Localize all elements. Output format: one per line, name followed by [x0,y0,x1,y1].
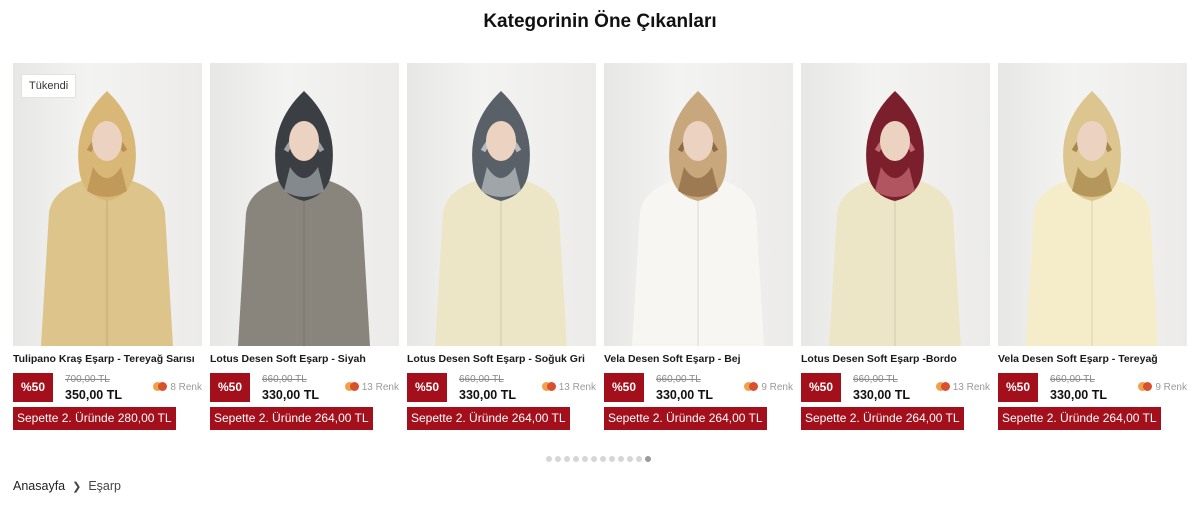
color-swatch-icon [344,382,359,391]
section-title: Kategorinin Öne Çıkanları [483,11,717,32]
product-name[interactable]: Vela Desen Soft Eşarp - Tereyağ [998,353,1187,365]
color-options[interactable]: 13 Renk [344,382,399,393]
model-illustration [829,91,961,346]
discount-badge: %50 [13,373,53,402]
discount-badge: %50 [604,373,644,402]
carousel-dot[interactable] [600,456,606,462]
current-price: 330,00 TL [853,388,910,402]
carousel-dot[interactable] [555,456,561,462]
carousel-dot[interactable] [636,456,642,462]
price-row: %50 660,00 TL 330,00 TL 9 Renk [998,373,1187,403]
model-illustration [632,91,764,346]
carousel-dot[interactable] [627,456,633,462]
model-illustration [238,91,370,346]
color-options[interactable]: 13 Renk [541,382,596,393]
sold-out-badge: Tükendi [21,74,77,98]
discount-badge: %50 [210,373,250,402]
price-row: %50 700,00 TL 350,00 TL 8 Renk [13,373,202,403]
color-swatch-icon [541,382,556,391]
basket-offer-badge: Sepette 2. Üründe 264,00 TL [801,407,964,430]
old-price: 660,00 TL [853,374,898,385]
old-price: 660,00 TL [262,374,307,385]
color-options[interactable]: 9 Renk [1138,382,1187,393]
product-name[interactable]: Vela Desen Soft Eşarp - Bej [604,353,793,365]
color-count: 9 Renk [761,382,793,393]
discount-badge: %50 [407,373,447,402]
current-price: 330,00 TL [656,388,713,402]
product-carousel: Tükendi Tulipano Kraş Eşarp - Tereyağ Sa… [13,63,1193,433]
product-image[interactable] [407,63,596,346]
product-name[interactable]: Tulipano Kraş Eşarp - Tereyağ Sarısı [13,353,202,365]
price-row: %50 660,00 TL 330,00 TL 13 Renk [210,373,399,403]
breadcrumb-home-link[interactable]: Anasayfa [13,479,65,493]
product-image[interactable] [998,63,1187,346]
basket-offer-badge: Sepette 2. Üründe 264,00 TL [407,407,570,430]
carousel-dot[interactable] [546,456,552,462]
product-image[interactable] [13,63,202,346]
color-swatch-icon [153,382,168,391]
old-price: 700,00 TL [65,374,110,385]
carousel-dot[interactable] [591,456,597,462]
product-card[interactable]: Lotus Desen Soft Eşarp - Soğuk Gri %50 6… [407,63,596,433]
product-name[interactable]: Lotus Desen Soft Eşarp -Bordo [801,353,990,365]
carousel-pagination [546,456,654,462]
color-count: 9 Renk [1155,382,1187,393]
carousel-dot[interactable] [564,456,570,462]
carousel-dot[interactable] [582,456,588,462]
product-image[interactable] [801,63,990,346]
product-card[interactable]: Tükendi Tulipano Kraş Eşarp - Tereyağ Sa… [13,63,202,433]
color-options[interactable]: 8 Renk [153,382,202,393]
color-count: 8 Renk [170,382,202,393]
model-illustration [41,91,173,346]
basket-offer-badge: Sepette 2. Üründe 264,00 TL [210,407,373,430]
product-card[interactable]: Vela Desen Soft Eşarp - Tereyağ %50 660,… [998,63,1187,433]
color-count: 13 Renk [952,382,990,393]
model-illustration [1026,91,1158,346]
current-price: 330,00 TL [262,388,319,402]
old-price: 660,00 TL [459,374,504,385]
discount-badge: %50 [998,373,1038,402]
color-count: 13 Renk [558,382,596,393]
price-row: %50 660,00 TL 330,00 TL 13 Renk [801,373,990,403]
product-card[interactable]: Lotus Desen Soft Eşarp -Bordo %50 660,00… [801,63,990,433]
discount-badge: %50 [801,373,841,402]
old-price: 660,00 TL [1050,374,1095,385]
carousel-dot[interactable] [609,456,615,462]
breadcrumb: Anasayfa ❯ Eşarp [13,479,121,493]
product-card[interactable]: Lotus Desen Soft Eşarp - Siyah %50 660,0… [210,63,399,433]
current-price: 330,00 TL [459,388,516,402]
carousel-dot[interactable] [573,456,579,462]
basket-offer-badge: Sepette 2. Üründe 264,00 TL [604,407,767,430]
price-row: %50 660,00 TL 330,00 TL 13 Renk [407,373,596,403]
carousel-dot[interactable] [645,456,651,462]
product-image[interactable] [604,63,793,346]
carousel-dot[interactable] [618,456,624,462]
color-swatch-icon [744,382,759,391]
color-options[interactable]: 9 Renk [744,382,793,393]
color-swatch-icon [935,382,950,391]
product-card[interactable]: Vela Desen Soft Eşarp - Bej %50 660,00 T… [604,63,793,433]
product-name[interactable]: Lotus Desen Soft Eşarp - Soğuk Gri [407,353,596,365]
product-name[interactable]: Lotus Desen Soft Eşarp - Siyah [210,353,399,365]
color-options[interactable]: 13 Renk [935,382,990,393]
chevron-right-icon: ❯ [72,481,82,493]
current-price: 330,00 TL [1050,388,1107,402]
basket-offer-badge: Sepette 2. Üründe 264,00 TL [998,407,1161,430]
old-price: 660,00 TL [656,374,701,385]
product-image[interactable] [210,63,399,346]
price-row: %50 660,00 TL 330,00 TL 9 Renk [604,373,793,403]
color-count: 13 Renk [361,382,399,393]
color-swatch-icon [1138,382,1153,391]
current-price: 350,00 TL [65,388,122,402]
breadcrumb-current: Eşarp [88,479,121,493]
basket-offer-badge: Sepette 2. Üründe 280,00 TL [13,407,176,430]
model-illustration [435,91,567,346]
